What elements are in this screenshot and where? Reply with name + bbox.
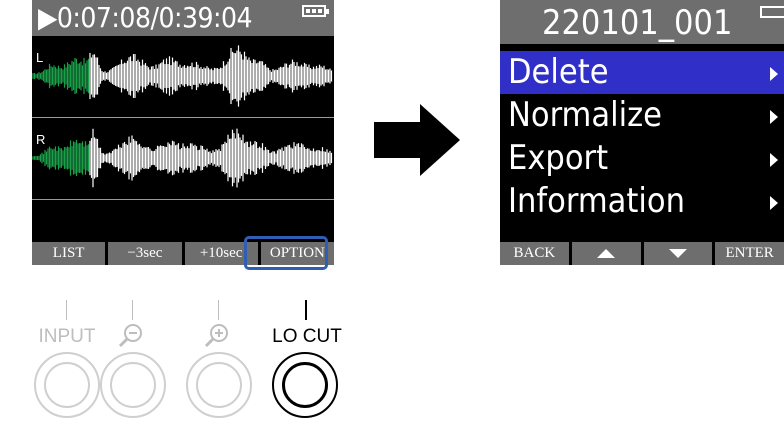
option-highlight-frame: [244, 236, 328, 270]
chevron-right-icon: [770, 67, 778, 81]
battery-icon: [760, 6, 784, 18]
zoom-out-icon: [118, 324, 142, 348]
playback-screen: ▶0:07:08/0:39:04 L R LIST −3sec +10sec O…: [32, 0, 334, 265]
input-button[interactable]: [34, 352, 100, 418]
list-button[interactable]: LIST: [32, 242, 106, 265]
menu-item-information[interactable]: Information: [500, 180, 784, 223]
zoom-in-icon: [204, 324, 228, 348]
waveform-display: L R: [32, 36, 334, 265]
zoom-out-tick: [132, 300, 133, 320]
waveform-right: [32, 128, 333, 188]
right-arrow-icon: [374, 104, 460, 176]
back-button[interactable]: BACK: [500, 242, 569, 265]
input-tick: [66, 300, 67, 320]
file-name-title: 220101_001: [542, 3, 733, 43]
option-menu: Delete Normalize Export Information: [500, 51, 784, 223]
zoom-in-tick: [218, 300, 219, 320]
chevron-right-icon: [770, 153, 778, 167]
back-3sec-button[interactable]: −3sec: [108, 242, 182, 265]
menu-item-label: Information: [508, 181, 685, 221]
zoom-in-button[interactable]: [186, 352, 252, 418]
chevron-right-icon: [770, 110, 778, 124]
lo-cut-label: LO CUT: [272, 326, 342, 347]
menu-item-label: Normalize: [508, 95, 662, 135]
menu-item-export[interactable]: Export: [500, 137, 784, 180]
menu-item-normalize[interactable]: Normalize: [500, 94, 784, 137]
up-button[interactable]: [571, 242, 641, 265]
down-button[interactable]: [643, 242, 713, 265]
option-menu-screen: 220101_001 Delete Normalize Export Infor…: [500, 0, 784, 265]
status-bar: ▶0:07:08/0:39:04: [32, 0, 334, 36]
waveform-left: [32, 45, 333, 107]
lo-cut-tick: [305, 300, 307, 320]
playback-time: ▶0:07:08/0:39:04: [38, 1, 253, 34]
waveform-svg: [32, 45, 333, 188]
lo-cut-button[interactable]: [272, 352, 338, 418]
menu-item-delete[interactable]: Delete: [500, 51, 784, 94]
menu-item-label: Delete: [508, 52, 609, 92]
up-arrow-icon: [597, 249, 616, 258]
input-label: INPUT: [38, 326, 96, 347]
zoom-out-button[interactable]: [100, 352, 166, 418]
down-arrow-icon: [668, 249, 687, 258]
chevron-right-icon: [770, 196, 778, 210]
enter-button[interactable]: ENTER: [715, 242, 784, 265]
menu-header: 220101_001: [500, 0, 784, 44]
battery-icon: [302, 5, 329, 17]
function-bar: BACK ENTER: [500, 242, 784, 265]
channel-divider-bottom: [32, 199, 334, 200]
menu-item-label: Export: [508, 138, 609, 178]
